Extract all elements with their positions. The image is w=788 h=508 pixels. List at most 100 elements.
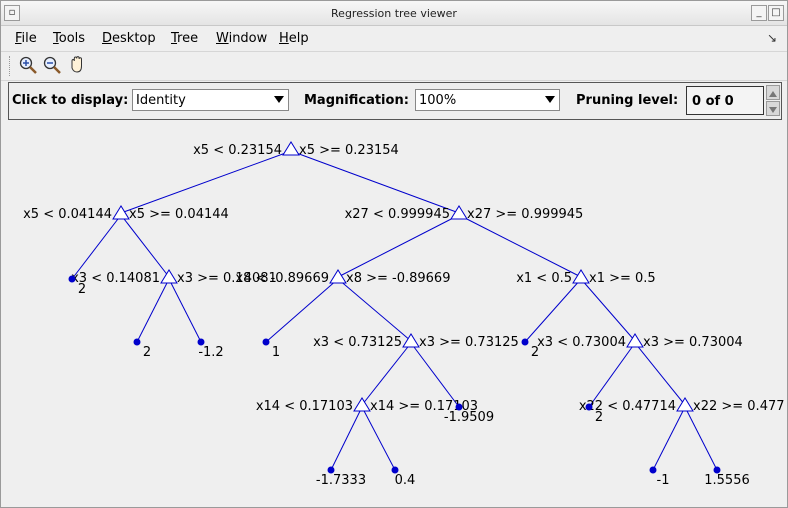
tree-edge (136, 278, 170, 343)
toolbar-grip (9, 56, 12, 76)
leaf-value-label: 1 (272, 345, 280, 360)
tree-edge (337, 278, 412, 342)
leaf-node-dot[interactable] (68, 275, 76, 283)
menu-window[interactable]: Window (216, 31, 267, 46)
window-menu-button[interactable]: ▫ (4, 5, 20, 21)
pruning-level-value: 0 of 0 (692, 94, 734, 109)
leaf-node-dot[interactable] (262, 338, 270, 346)
pan-button[interactable] (67, 55, 87, 75)
split-rule-left: x5 < 0.23154 (193, 143, 282, 158)
toolbar (1, 51, 787, 81)
tree-edge (588, 342, 636, 408)
maximize-button[interactable]: □ (768, 5, 784, 21)
leaf-value-label: -1.2 (198, 345, 223, 360)
menu-desktop-mnemonic: D (102, 31, 113, 46)
menu-help[interactable]: Help (279, 31, 309, 46)
leaf-node-dot[interactable] (521, 338, 529, 346)
split-rule-left: x5 < 0.04144 (23, 207, 112, 222)
split-node-triangle[interactable] (329, 269, 347, 284)
split-rule-left: x22 < 0.47714 (579, 399, 676, 414)
click-to-display-value: Identity (136, 93, 186, 108)
menu-desktop[interactable]: Desktop (102, 31, 156, 46)
menu-window-mnemonic: W (216, 31, 229, 46)
tree-edge (652, 406, 686, 471)
split-node-triangle[interactable] (112, 205, 130, 220)
split-rule-right: x22 >= 0.477 (693, 399, 785, 414)
tree-edge (290, 150, 460, 214)
pruning-level-label: Pruning level: (576, 93, 679, 108)
tree-edge (120, 150, 292, 214)
click-to-display-label: Click to display: (12, 93, 129, 108)
split-node-triangle[interactable] (353, 397, 371, 412)
tree-edge (168, 278, 202, 343)
menu-bar: File Tools Desktop Tree Window Help ↘ (1, 26, 787, 50)
pruning-level-spinner[interactable] (766, 85, 780, 116)
dropdown-arrow-icon (274, 96, 284, 103)
split-rule-left: x27 < 0.999945 (345, 207, 450, 222)
menu-tools[interactable]: Tools (53, 31, 85, 46)
tree-edge (265, 278, 339, 343)
menu-tree[interactable]: Tree (171, 31, 198, 46)
tree-edge (458, 214, 582, 278)
split-rule-right: x3 >= 0.73125 (419, 335, 519, 350)
split-node-triangle[interactable] (282, 141, 300, 156)
menu-file[interactable]: File (15, 31, 37, 46)
split-rule-right: x5 >= 0.04144 (129, 207, 229, 222)
minimize-button[interactable]: _ (751, 5, 767, 21)
menu-window-label: indow (228, 31, 268, 46)
split-node-triangle[interactable] (572, 269, 590, 284)
magnification-dropdown[interactable]: 100% (415, 89, 560, 111)
menu-file-label: ile (21, 31, 37, 46)
triangle-up-icon (769, 91, 777, 97)
zoom-in-button[interactable] (18, 55, 38, 75)
magnification-label: Magnification: (304, 93, 409, 108)
tree-edge (634, 342, 686, 406)
split-rule-right: x3 >= 0.73004 (643, 335, 743, 350)
zoom-in-icon (19, 56, 37, 74)
split-rule-right: x8 >= -0.89669 (346, 271, 450, 286)
leaf-node-dot[interactable] (649, 466, 657, 474)
leaf-node-dot[interactable] (585, 403, 593, 411)
tree-edge (71, 214, 122, 280)
pruning-up-button[interactable] (766, 85, 780, 100)
leaf-value-label: 0.4 (395, 473, 416, 488)
split-rule-right: x5 >= 0.23154 (299, 143, 399, 158)
display-controls-panel: Click to display: Identity Magnification… (8, 82, 782, 120)
tree-canvas[interactable]: x5 < 0.23154 x5 >= 0.23154 x5 < 0.04144 x5 … (1, 121, 787, 507)
dock-arrow-icon[interactable]: ↘ (767, 31, 777, 45)
split-node-triangle[interactable] (160, 269, 178, 284)
split-rule-left: x8 < -0.89669 (235, 271, 329, 286)
leaf-value-label: 2 (78, 282, 86, 297)
split-rule-left: x1 < 0.5 (516, 271, 572, 286)
leaf-value-label: 1.5556 (704, 473, 750, 488)
pruning-level-field[interactable]: 0 of 0 (686, 86, 764, 115)
magnification-value: 100% (419, 93, 457, 108)
triangle-down-icon (769, 107, 777, 113)
tree-edge (337, 214, 460, 278)
title-bar: Regression tree viewer ▫ _ □ (1, 1, 787, 26)
regression-tree-diagram[interactable]: x5 < 0.23154 x5 >= 0.23154 x5 < 0.04144 x5 … (1, 121, 787, 507)
tree-edge (330, 406, 363, 471)
leaf-value-label: -1.7333 (316, 473, 366, 488)
zoom-out-button[interactable] (42, 55, 62, 75)
tree-edge (120, 214, 170, 278)
click-to-display-dropdown[interactable]: Identity (132, 89, 289, 111)
tree-edge (361, 342, 412, 406)
window-title: Regression tree viewer (331, 7, 457, 20)
split-node-triangle[interactable] (450, 205, 468, 220)
leaf-value-label: 2 (531, 345, 539, 360)
leaf-value-label: -1.9509 (444, 410, 494, 425)
leaf-value-label: 2 (595, 410, 603, 425)
pruning-down-button[interactable] (766, 101, 780, 116)
tree-edge (580, 278, 636, 342)
zoom-out-icon (43, 56, 61, 74)
split-rule-right: x1 >= 0.5 (589, 271, 656, 286)
menu-desktop-label: esktop (112, 31, 156, 46)
tree-edge (361, 406, 396, 471)
menu-help-label: elp (288, 31, 309, 46)
split-node-triangle[interactable] (626, 333, 644, 348)
tree-edge (524, 278, 582, 343)
split-node-triangle[interactable] (676, 397, 694, 412)
leaf-value-label: -1 (657, 473, 670, 488)
leaf-node-dot[interactable] (133, 338, 141, 346)
